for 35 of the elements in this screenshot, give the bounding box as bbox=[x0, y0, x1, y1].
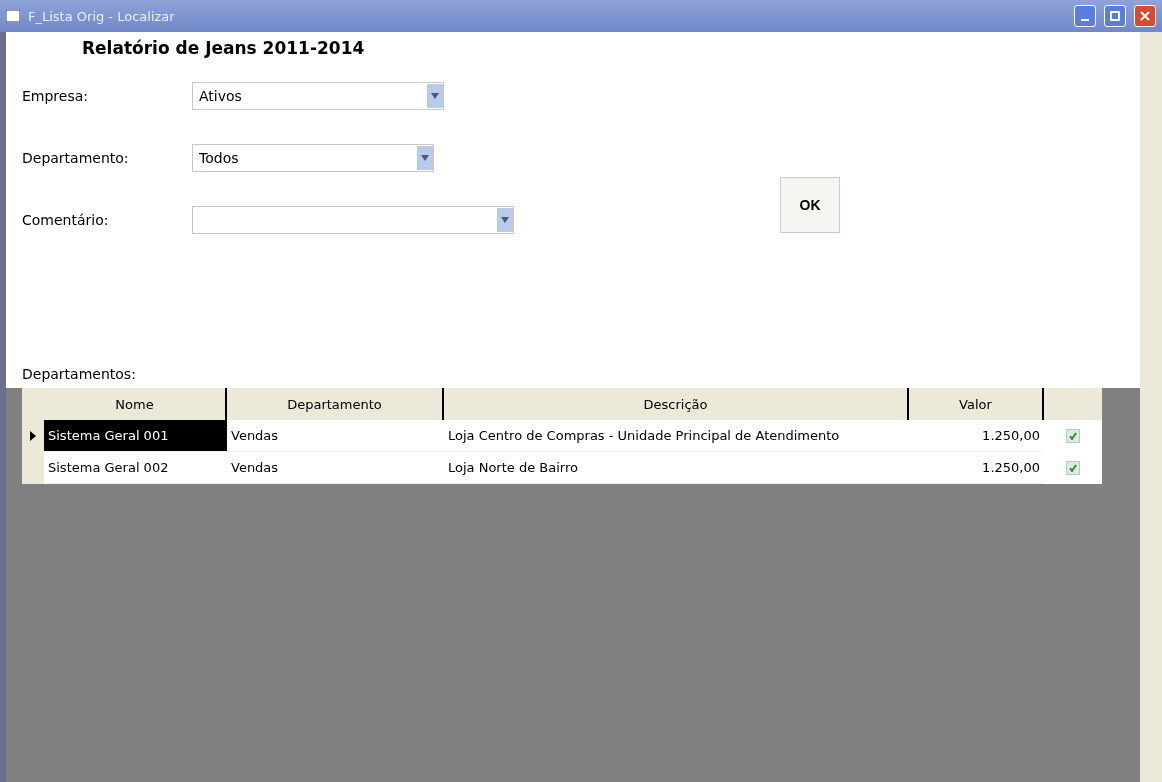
column-header[interactable]: Descrição bbox=[444, 388, 909, 420]
window-icon bbox=[6, 10, 20, 22]
dropdown-field[interactable]: Todos bbox=[192, 144, 434, 172]
field-label: Departamento: bbox=[22, 150, 130, 166]
close-button[interactable] bbox=[1134, 5, 1156, 27]
field-label: Empresa: bbox=[22, 88, 90, 104]
table-cell: 1.250,00 bbox=[909, 420, 1044, 452]
table-cell: 1.250,00 bbox=[909, 452, 1044, 484]
maximize-button[interactable] bbox=[1104, 5, 1126, 27]
table-cell: Sistema Geral 001 bbox=[44, 420, 227, 452]
minimize-icon bbox=[1081, 19, 1089, 21]
minimize-button[interactable] bbox=[1074, 5, 1096, 27]
grid-label: Departamentos: bbox=[22, 366, 137, 382]
maximize-icon bbox=[1110, 11, 1120, 21]
caret-icon bbox=[431, 93, 439, 99]
caret-icon bbox=[421, 155, 429, 161]
column-header[interactable]: Departamento bbox=[227, 388, 444, 420]
table-cell: Loja Norte de Bairro bbox=[444, 452, 909, 484]
dropdown-field[interactable] bbox=[192, 206, 514, 234]
current-row-icon bbox=[30, 431, 36, 441]
table-cell: Sistema Geral 002 bbox=[44, 452, 227, 484]
close-icon bbox=[1140, 11, 1150, 21]
checkbox[interactable] bbox=[1066, 429, 1080, 443]
dropdown-field[interactable]: Ativos bbox=[192, 82, 444, 110]
window-title: F_Lista Orig - Localizar bbox=[28, 8, 176, 24]
table-cell: Vendas bbox=[227, 420, 444, 452]
report-heading: Relatório de Jeans 2011-2014 bbox=[82, 38, 366, 58]
table-cell: Loja Centro de Compras - Unidade Principal de Atendimento bbox=[444, 420, 909, 452]
column-header[interactable]: Nome bbox=[44, 388, 227, 420]
ok-button[interactable]: OK bbox=[780, 177, 840, 233]
column-header[interactable]: Valor bbox=[909, 388, 1044, 420]
table-cell: Vendas bbox=[227, 452, 444, 484]
checkbox[interactable] bbox=[1066, 461, 1080, 475]
caret-icon bbox=[501, 217, 509, 223]
field-label: Comentário: bbox=[22, 212, 110, 228]
